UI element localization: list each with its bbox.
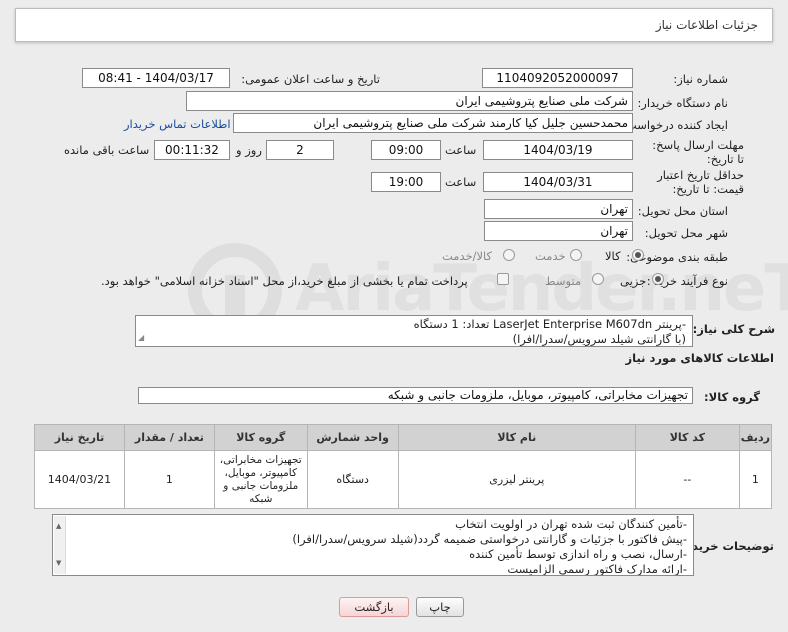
notes-line-1: -تأمین کنندگان ثبت شده تهران در اولویت ا… xyxy=(455,517,687,531)
header-goods-name: نام کالا xyxy=(397,424,637,451)
validity-date-field: 1404/03/31 xyxy=(483,172,633,192)
header-need-date: تاریخ نیاز xyxy=(34,424,125,451)
header-goods-group: گروه کالا xyxy=(213,424,308,451)
notes-scrollbar[interactable]: ▲ ▼ xyxy=(54,516,66,574)
days-label: روز و xyxy=(236,143,262,157)
summary-label: شرح کلی نیاز: xyxy=(692,322,775,336)
category-radio-service[interactable] xyxy=(570,249,582,261)
remaining-label: ساعت باقی مانده xyxy=(64,143,150,157)
header-row-number: ردیف xyxy=(738,424,773,451)
days-count-field: 2 xyxy=(266,140,334,160)
scroll-up-icon[interactable]: ▲ xyxy=(56,519,61,534)
cell-unit: دستگاه xyxy=(306,450,399,509)
city-label: شهر محل تحویل: xyxy=(644,226,728,240)
creator-field: محمدحسین جلیل کیا کارمند شرکت ملی صنایع … xyxy=(233,113,633,133)
summary-textarea: -پرینتر LaserJet Enterprise M607dn تعداد… xyxy=(135,315,693,347)
resize-handle-icon[interactable]: ◢ xyxy=(138,330,144,345)
print-button[interactable]: چاپ xyxy=(416,597,464,617)
goods-group-label: گروه کالا: xyxy=(704,390,760,404)
treasury-note: پرداخت تمام یا بخشی از مبلغ خرید،از محل … xyxy=(101,274,468,288)
buyer-org-field: شرکت ملی صنایع پتروشیمی ایران xyxy=(186,91,633,111)
deadline-date-field: 1404/03/19 xyxy=(483,140,633,160)
items-table: ردیف کد کالا نام کالا واحد شمارش گروه کا… xyxy=(34,424,773,509)
panel-title: جزئیات اطلاعات نیاز xyxy=(655,18,758,32)
process-radio-medium[interactable] xyxy=(592,273,604,285)
deadline-time-field: 09:00 xyxy=(371,140,441,160)
need-number-label: شماره نیاز: xyxy=(673,72,728,86)
buyer-contact-link[interactable]: اطلاعات تماس خریدار xyxy=(124,117,231,131)
city-field: تهران xyxy=(484,221,633,241)
table-header-row: ردیف کد کالا نام کالا واحد شمارش گروه کا… xyxy=(34,424,773,451)
goods-group-field: تجهیزات مخابراتی، کامپیوتر، موبایل، ملزو… xyxy=(138,387,693,404)
summary-line-2: (با گارانتی شیلد سرویس/سدرا/افرا) xyxy=(512,332,686,346)
scroll-down-icon[interactable]: ▼ xyxy=(56,556,61,571)
validity-time-label: ساعت xyxy=(445,175,477,189)
validity-time-field: 19:00 xyxy=(371,172,441,192)
cell-need-date: 1404/03/21 xyxy=(34,450,125,509)
process-radio-minor[interactable] xyxy=(652,273,664,285)
cell-quantity: 1 xyxy=(123,450,215,509)
cell-goods-group: تجهیزات مخابراتی، کامپیوتر، موبایل، ملزو… xyxy=(213,450,308,509)
province-label: استان محل تحویل: xyxy=(637,204,728,218)
process-option-medium: متوسط xyxy=(545,274,582,288)
price-validity-label: حداقل تاریخ اعتبار قیمت: تا تاریخ: xyxy=(657,168,744,196)
creator-label: ایجاد کننده درخواست: xyxy=(622,118,728,132)
need-number-field: 1104092052000097 xyxy=(482,68,633,88)
notes-line-4: -ارائه مدارک فاکتور رسمی الزامیست xyxy=(507,562,687,576)
process-option-minor: جزیی xyxy=(620,274,647,288)
category-option-service: خدمت xyxy=(535,249,566,263)
cell-goods-code: -- xyxy=(635,450,740,509)
announce-datetime-field: 1404/03/17 - 08:41 xyxy=(82,68,230,88)
summary-line-1: -پرینتر LaserJet Enterprise M607dn تعداد… xyxy=(413,317,686,331)
back-button[interactable]: بازگشت xyxy=(339,597,409,617)
province-field: تهران xyxy=(484,199,633,219)
treasury-checkbox[interactable] xyxy=(497,273,509,285)
category-option-goods: کالا xyxy=(605,249,621,263)
announce-label: تاریخ و ساعت اعلان عمومی: xyxy=(241,72,380,86)
cell-row-number: 1 xyxy=(738,450,773,509)
category-radio-goods[interactable] xyxy=(632,249,644,261)
notes-line-3: -ارسال، نصب و راه اندازی توسط تأمین کنند… xyxy=(469,547,687,561)
header-quantity: تعداد / مقدار xyxy=(123,424,215,451)
details-panel-header: جزئیات اطلاعات نیاز xyxy=(15,8,773,42)
deadline-label: مهلت ارسال پاسخ: تا تاریخ: xyxy=(652,138,744,166)
cell-goods-name: پرینتر لیزری xyxy=(397,450,637,509)
goods-section-title: اطلاعات کالاهای مورد نیاز xyxy=(625,351,774,365)
buyer-org-label: نام دستگاه خریدار: xyxy=(637,96,728,110)
buyer-notes-textarea: ▲ ▼ -تأمین کنندگان ثبت شده تهران در اولو… xyxy=(52,514,694,576)
category-radio-goods-service[interactable] xyxy=(503,249,515,261)
table-row: 1 -- پرینتر لیزری دستگاه تجهیزات مخابرات… xyxy=(34,450,773,509)
deadline-time-label: ساعت xyxy=(445,143,477,157)
category-option-goods-service: کالا/خدمت xyxy=(442,249,493,263)
remaining-time-field: 00:11:32 xyxy=(154,140,230,160)
header-goods-code: کد کالا xyxy=(635,424,740,451)
notes-line-2: -پیش فاکتور با جزئیات و گارانتی درخواستی… xyxy=(292,532,687,546)
header-unit: واحد شمارش xyxy=(306,424,399,451)
